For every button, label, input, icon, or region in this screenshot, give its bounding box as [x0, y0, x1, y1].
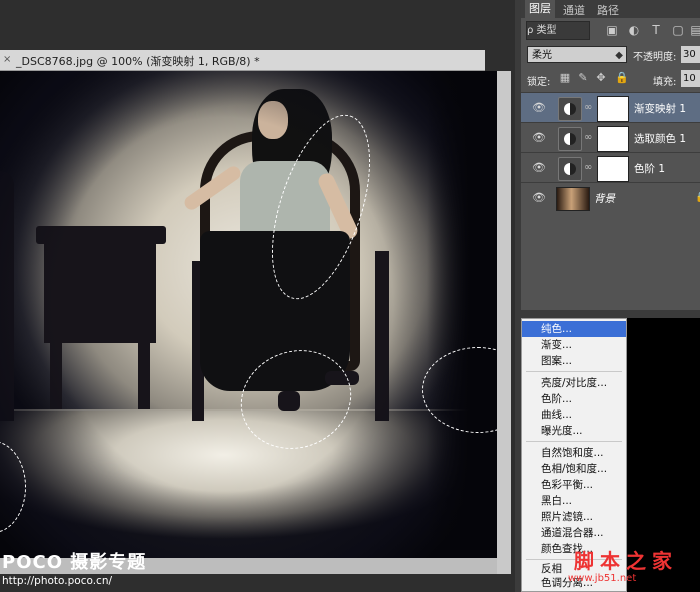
adjustment-filter-icon[interactable]: ◐ — [627, 23, 641, 37]
menu-item-pattern[interactable]: 图案... — [522, 353, 626, 369]
menu-item-exposure[interactable]: 曝光度... — [522, 423, 626, 439]
menu-item-gradient[interactable]: 渐变... — [522, 337, 626, 353]
layer-filter-row: ρ 类型 ▣ ◐ T ▢ ▤ — [521, 18, 700, 44]
menu-item-vibrance[interactable]: 自然饱和度... — [522, 445, 626, 461]
lock-transparency-icon[interactable]: ▦ — [559, 72, 571, 84]
blend-mode-value: 柔光 — [532, 50, 552, 61]
poco-logo: POCO 摄影专题 — [2, 552, 147, 573]
menu-item-photo-filter[interactable]: 照片滤镜... — [522, 509, 626, 525]
eye-icon[interactable]: 👁 — [532, 131, 546, 145]
jb51-watermark-text: 脚本之家 — [574, 549, 678, 573]
document-title: _DSC8768.jpg @ 100% (渐变映射 1, RGB/8) * — [16, 55, 260, 68]
text-filter-icon[interactable]: T — [649, 23, 663, 37]
layer-mask-thumbnail[interactable] — [597, 156, 629, 182]
poco-url: http://photo.poco.cn/ — [2, 575, 113, 587]
jb51-watermark: 脚本之家 www.jb51.net — [556, 545, 700, 592]
blend-mode-select[interactable]: 柔光 ◆ — [527, 46, 627, 63]
fill-input[interactable]: 10 — [681, 70, 700, 87]
image-filter-icon[interactable]: ▣ — [605, 23, 619, 37]
chevron-down-icon: ◆ — [615, 50, 623, 61]
menu-item-channel-mixer[interactable]: 通道混合器... — [522, 525, 626, 541]
link-icon: ∞ — [584, 162, 593, 173]
menu-item-curves[interactable]: 曲线... — [522, 407, 626, 423]
layer-mask-thumbnail[interactable] — [597, 126, 629, 152]
blend-row: 柔光 ◆ 不透明度: 30 — [521, 44, 700, 68]
link-icon: ∞ — [584, 132, 593, 143]
menu-item-black-white[interactable]: 黑白... — [522, 493, 626, 509]
smart-object-filter-icon[interactable]: ▤ — [689, 23, 700, 37]
layer-name: 色阶 1 — [634, 163, 666, 175]
eye-icon[interactable]: 👁 — [532, 101, 546, 115]
layer-name: 背景 — [594, 193, 615, 205]
lock-all-icon[interactable]: 🔒 — [615, 72, 629, 84]
shape-filter-icon[interactable]: ▢ — [671, 23, 685, 37]
tab-layers[interactable]: 图层 — [525, 0, 555, 18]
tab-channels[interactable]: 通道 — [563, 2, 585, 18]
menu-item-brightness-contrast[interactable]: 亮度/对比度... — [522, 375, 626, 391]
menu-item-solid-color[interactable]: 纯色... — [522, 321, 626, 337]
poco-watermark: POCO 摄影专题 http://photo.poco.cn/ — [2, 548, 146, 587]
menu-separator — [526, 371, 622, 372]
lock-paint-icon[interactable]: ✎ — [577, 72, 589, 84]
menu-item-hue-saturation[interactable]: 色相/饱和度... — [522, 461, 626, 477]
layer-name: 渐变映射 1 — [634, 103, 687, 115]
adjustment-layer-icon — [558, 127, 582, 151]
lock-label: 锁定: — [527, 77, 551, 88]
layer-row[interactable]: 👁 背景 🔒 — [521, 182, 700, 213]
panel-tabs: 图层 通道 路径 — [521, 0, 700, 18]
layers-panel: 图层 通道 路径 ρ 类型 ▣ ◐ T ▢ ▤ 柔光 ◆ 不透明度: 30 锁定… — [521, 0, 700, 310]
eye-icon[interactable]: 👁 — [532, 191, 546, 205]
lock-position-icon[interactable]: ✥ — [595, 72, 607, 84]
layer-filter-select[interactable]: ρ 类型 — [526, 21, 590, 40]
layer-row[interactable]: 👁 ∞ 色阶 1 — [521, 152, 700, 183]
link-icon: ∞ — [584, 102, 593, 113]
vertical-scrollbar[interactable] — [497, 71, 511, 574]
opacity-input[interactable]: 30 — [681, 46, 700, 63]
eye-icon[interactable]: 👁 — [532, 161, 546, 175]
photo-vignette — [0, 71, 497, 558]
lock-row: 锁定: ▦ ✎ ✥ 🔒 填充: 10 — [521, 68, 700, 90]
tab-paths[interactable]: 路径 — [597, 2, 619, 18]
fill-label: 填充: — [653, 77, 677, 88]
layer-mask-thumbnail[interactable] — [597, 96, 629, 122]
jb51-watermark-url: www.jb51.net — [568, 573, 637, 584]
photo-dark-edge — [427, 71, 497, 558]
menu-separator — [526, 441, 622, 442]
layer-thumbnail — [556, 187, 590, 211]
document-tab[interactable]: × _DSC8768.jpg @ 100% (渐变映射 1, RGB/8) * — [0, 50, 485, 71]
image-canvas[interactable] — [0, 71, 497, 558]
document-workspace: × _DSC8768.jpg @ 100% (渐变映射 1, RGB/8) * — [0, 0, 515, 592]
menu-item-color-balance[interactable]: 色彩平衡... — [522, 477, 626, 493]
lock-icon: 🔒 — [695, 192, 700, 203]
close-icon[interactable]: × — [3, 54, 14, 65]
adjustment-layer-icon — [558, 97, 582, 121]
layer-name: 选取颜色 1 — [634, 133, 687, 145]
menu-item-levels[interactable]: 色阶... — [522, 391, 626, 407]
layer-row[interactable]: 👁 ∞ 选取颜色 1 — [521, 122, 700, 153]
adjustment-layer-icon — [558, 157, 582, 181]
layer-row[interactable]: 👁 ∞ 渐变映射 1 — [521, 92, 700, 123]
opacity-label: 不透明度: — [633, 52, 677, 63]
